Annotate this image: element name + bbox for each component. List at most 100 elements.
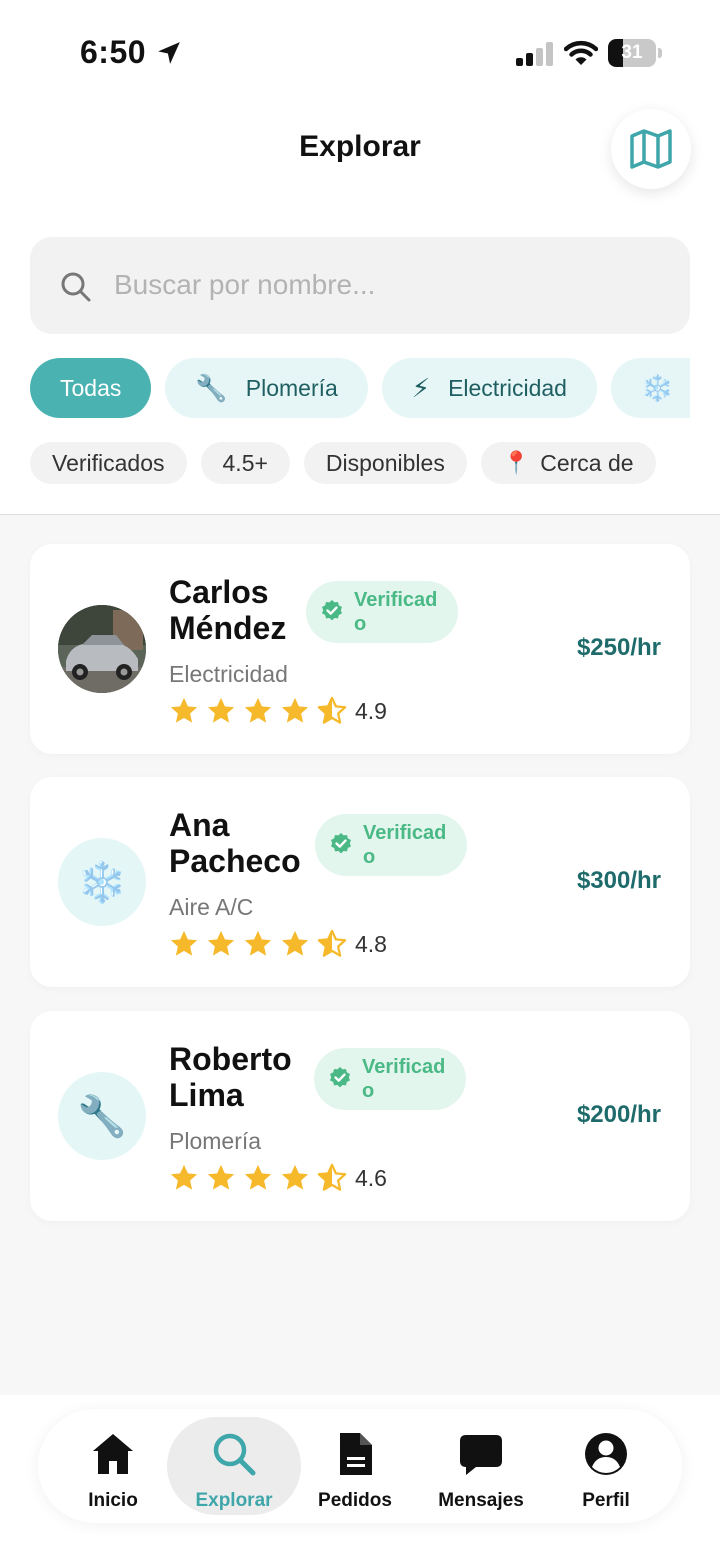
star-icon — [281, 1164, 309, 1190]
category-chip-aire[interactable]: ❄️ — [610, 358, 690, 418]
professional-card[interactable]: 🔧 Roberto Lima Verificad o Plomería 4.6 … — [30, 1011, 690, 1221]
rating-value: 4.6 — [355, 1164, 387, 1191]
category-chip-plomeria[interactable]: 🔧 Plomería — [165, 358, 368, 418]
bottom-tab-bar: Inicio Explorar Pedidos Mensajes Perfil — [38, 1409, 682, 1523]
professional-card[interactable]: Carlos Méndez Verificad o Electricidad 4… — [30, 544, 690, 754]
star-icon — [170, 930, 198, 956]
price: $300/hr — [576, 867, 661, 894]
price: $250/hr — [576, 634, 661, 661]
avatar: ❄️ — [58, 838, 146, 926]
star-icon — [281, 930, 309, 956]
tab-label: Explorar — [195, 1490, 273, 1511]
category-chip-label: Electricidad — [448, 374, 567, 401]
status-bar: 6:50 31 — [0, 0, 720, 100]
avatar — [58, 605, 146, 693]
tab-label: Pedidos — [318, 1490, 392, 1511]
filter-chip-label: Disponibles — [325, 449, 445, 476]
professional-name: Roberto Lima — [169, 1041, 292, 1113]
star-icon — [207, 1164, 235, 1190]
cellular-signal-icon — [516, 42, 553, 66]
tab-label: Inicio — [88, 1490, 138, 1511]
professional-category: Plomería — [169, 1128, 262, 1154]
filter-chip-rating[interactable]: 4.5+ — [200, 442, 290, 484]
wrench-icon: 🔧 — [195, 372, 228, 403]
category-chip-label: Todas — [60, 374, 122, 401]
tab-pedidos[interactable]: Pedidos — [288, 1417, 422, 1515]
rating-stars: 4.6 — [169, 1163, 387, 1193]
chat-bubble-icon — [460, 1435, 502, 1475]
category-chip-label: Plomería — [245, 374, 338, 401]
verified-check-icon — [331, 833, 351, 854]
star-icon — [244, 1164, 272, 1190]
tab-mensajes[interactable]: Mensajes — [414, 1417, 548, 1515]
wrench-icon: 🔧 — [77, 1094, 127, 1139]
star-icon — [170, 697, 198, 723]
verified-label-line2: o — [363, 846, 376, 868]
tab-perfil[interactable]: Perfil — [539, 1417, 673, 1515]
home-icon — [93, 1434, 133, 1474]
star-half-icon — [317, 929, 347, 957]
professional-name: Carlos Méndez — [169, 574, 287, 646]
tab-label: Mensajes — [438, 1490, 524, 1511]
verified-badge: Verificad o — [306, 581, 458, 643]
search-icon — [61, 272, 91, 302]
tab-explorar[interactable]: Explorar — [167, 1417, 301, 1515]
search-input[interactable] — [114, 259, 654, 311]
tab-inicio[interactable]: Inicio — [46, 1417, 180, 1515]
snowflake-icon: ❄️ — [77, 860, 127, 905]
star-icon — [244, 697, 272, 723]
star-icon — [170, 1164, 198, 1190]
filter-chip-label: 4.5+ — [222, 449, 268, 476]
verified-badge: Verificad o — [314, 1048, 466, 1110]
battery-level: 31 — [621, 42, 643, 63]
pin-icon: 📍 — [502, 450, 531, 475]
filter-chip-verificados[interactable]: Verificados — [30, 442, 187, 484]
tab-label: Perfil — [582, 1490, 630, 1511]
rating-value: 4.9 — [355, 697, 387, 724]
professional-category: Electricidad — [169, 661, 288, 687]
star-icon — [207, 930, 235, 956]
verified-label-line1: Verificad — [362, 1056, 446, 1078]
professional-name: Ana Pacheco — [169, 807, 301, 879]
snowflake-icon: ❄️ — [640, 372, 674, 403]
document-icon — [340, 1433, 372, 1475]
rating-stars: 4.8 — [169, 929, 387, 959]
wifi-icon — [564, 40, 598, 65]
rating-stars: 4.9 — [169, 696, 387, 726]
battery-icon: 31 — [608, 39, 662, 67]
lightning-icon: ⚡ — [411, 372, 431, 403]
filter-chip-label: Cerca de — [540, 449, 634, 476]
verified-label-line1: Verificad — [363, 822, 447, 844]
verified-check-icon — [330, 1067, 350, 1088]
verified-label-line2: o — [362, 1080, 375, 1102]
filter-chip-label: Verificados — [52, 449, 165, 476]
profile-icon — [585, 1433, 627, 1475]
professional-category: Aire A/C — [169, 894, 254, 920]
rating-value: 4.8 — [355, 930, 387, 957]
filter-chip-cerca[interactable]: 📍 Cerca de — [480, 442, 656, 484]
avatar: 🔧 — [58, 1072, 146, 1160]
search-icon — [213, 1433, 256, 1476]
results-list: Carlos Méndez Verificad o Electricidad 4… — [0, 515, 720, 1395]
verified-label-line1: Verificad — [354, 589, 438, 611]
map-icon — [630, 129, 672, 169]
category-chip-electricidad[interactable]: ⚡ Electricidad — [381, 358, 597, 418]
star-half-icon — [317, 1163, 347, 1191]
status-time: 6:50 — [80, 34, 147, 70]
verified-label-line2: o — [354, 613, 367, 635]
car-photo-icon — [58, 605, 146, 693]
location-arrow-icon — [158, 42, 180, 64]
filter-chip-disponibles[interactable]: Disponibles — [303, 442, 467, 484]
star-icon — [281, 697, 309, 723]
category-chip-todas[interactable]: Todas — [30, 358, 152, 418]
verified-badge: Verificad o — [315, 814, 467, 876]
verified-check-icon — [322, 600, 342, 621]
category-chips: Todas 🔧 Plomería ⚡ Electricidad ❄️ — [30, 358, 690, 420]
map-view-button[interactable] — [611, 109, 691, 189]
star-icon — [244, 930, 272, 956]
professional-card[interactable]: ❄️ Ana Pacheco Verificad o Aire A/C 4.8 … — [30, 777, 690, 987]
search-bar[interactable] — [30, 237, 690, 334]
filter-chips: Verificados 4.5+ Disponibles 📍 Cerca de — [30, 442, 690, 486]
price: $200/hr — [576, 1101, 661, 1128]
star-half-icon — [317, 696, 347, 724]
